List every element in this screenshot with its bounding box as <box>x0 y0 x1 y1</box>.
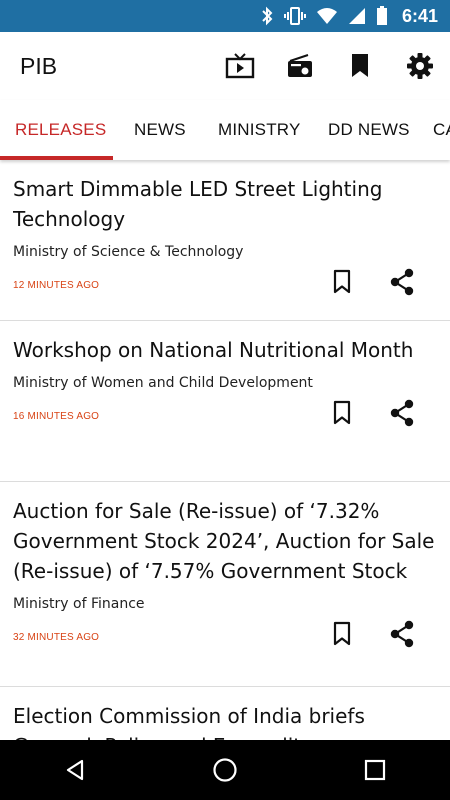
release-ministry: Ministry of Women and Child Development <box>13 375 313 391</box>
tv-button[interactable] <box>210 36 270 96</box>
release-title[interactable]: Workshop on National Nutritional Month <box>13 335 436 365</box>
battery-icon <box>376 6 387 25</box>
bookmark-button[interactable] <box>326 618 358 650</box>
share-icon <box>390 268 414 296</box>
home-button[interactable] <box>195 740 255 800</box>
status-time: 6:41 <box>401 5 438 26</box>
releases-list: Smart Dimmable LED Street Lighting Techn… <box>0 160 450 761</box>
back-button[interactable] <box>45 740 105 800</box>
bookmark-outline-icon <box>333 269 351 294</box>
tab-ca[interactable]: CA <box>433 100 450 160</box>
release-card[interactable]: Workshop on National Nutritional Month M… <box>0 321 450 482</box>
settings-button[interactable] <box>390 36 450 96</box>
vibrate-icon <box>283 7 306 25</box>
bookmark-outline-icon <box>333 400 351 425</box>
bookmarks-button[interactable] <box>330 36 390 96</box>
bookmark-button[interactable] <box>326 266 358 298</box>
bluetooth-icon <box>262 6 273 26</box>
tab-bar: RELEASES NEWS MINISTRY DD NEWS CA <box>0 100 450 160</box>
app-title: PIB <box>20 52 58 79</box>
share-button[interactable] <box>386 618 418 650</box>
share-icon <box>390 399 414 427</box>
tab-dd-news[interactable]: DD NEWS <box>328 100 410 160</box>
back-triangle-icon <box>66 759 84 781</box>
navigation-bar <box>0 740 450 800</box>
tab-ministry[interactable]: MINISTRY <box>218 100 301 160</box>
home-circle-icon <box>213 758 237 782</box>
bookmark-icon <box>352 54 368 77</box>
release-time: 12 MINUTES AGO <box>13 280 100 291</box>
tv-icon <box>225 53 255 79</box>
share-button[interactable] <box>386 397 418 429</box>
bookmark-outline-icon <box>333 621 351 646</box>
release-card[interactable]: Smart Dimmable LED Street Lighting Techn… <box>0 160 450 321</box>
release-time: 16 MINUTES AGO <box>13 411 100 422</box>
status-bar: 6:41 <box>0 0 450 32</box>
share-icon <box>390 620 414 648</box>
app-bar: PIB <box>0 32 450 100</box>
share-button[interactable] <box>386 266 418 298</box>
bookmark-button[interactable] <box>326 397 358 429</box>
recents-square-icon <box>364 759 386 781</box>
release-ministry: Ministry of Finance <box>13 596 145 612</box>
settings-icon <box>407 53 433 79</box>
wifi-icon <box>316 8 337 24</box>
release-ministry: Ministry of Science & Technology <box>13 244 244 260</box>
recents-button[interactable] <box>345 740 405 800</box>
release-card[interactable]: Auction for Sale (Re-issue) of ‘7.32% Go… <box>0 482 450 687</box>
release-time: 32 MINUTES AGO <box>13 632 100 643</box>
signal-icon <box>348 8 365 24</box>
release-title[interactable]: Smart Dimmable LED Street Lighting Techn… <box>13 174 436 234</box>
release-title[interactable]: Auction for Sale (Re-issue) of ‘7.32% Go… <box>13 496 436 586</box>
radio-button[interactable] <box>270 36 330 96</box>
tab-news[interactable]: NEWS <box>134 100 186 160</box>
radio-icon <box>288 54 312 77</box>
tab-releases[interactable]: RELEASES <box>15 100 106 160</box>
